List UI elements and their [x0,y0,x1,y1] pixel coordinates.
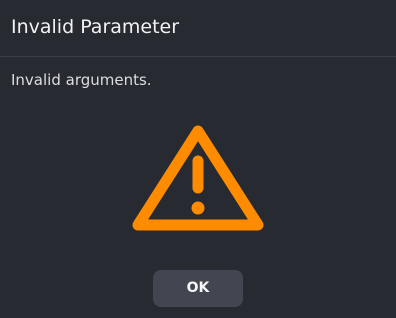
title-divider [0,56,396,57]
warning-triangle-icon [132,125,264,231]
dialog-message: Invalid arguments. [11,71,152,89]
dialog-title: Invalid Parameter [11,16,180,38]
ok-button[interactable]: OK [153,270,243,307]
invalid-parameter-dialog: Invalid Parameter Invalid arguments. OK [0,0,396,318]
